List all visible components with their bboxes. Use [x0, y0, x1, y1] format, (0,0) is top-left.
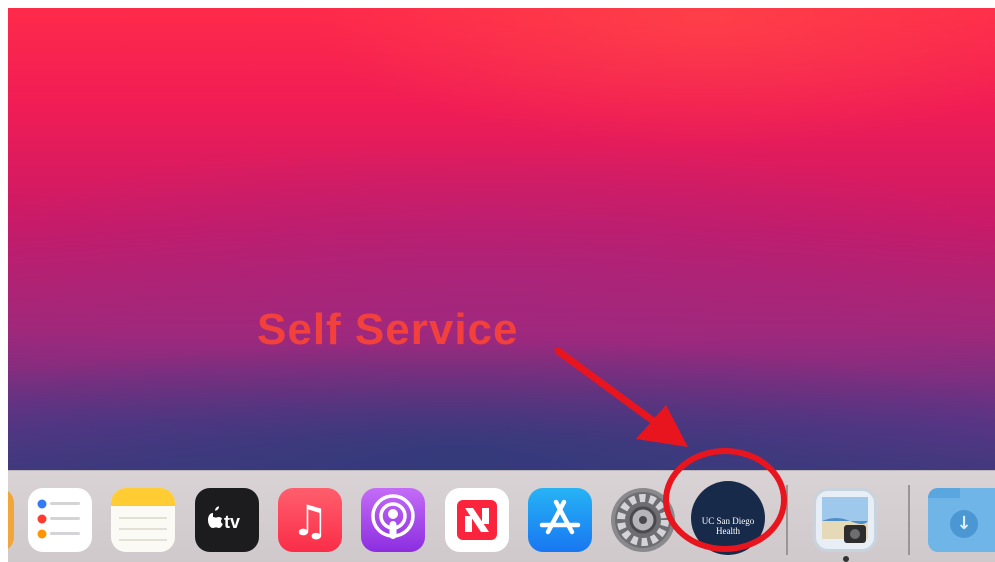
dock-item-music[interactable]: ♫: [278, 488, 342, 552]
annotation-highlight-circle: [663, 448, 787, 552]
preview-running-indicator: [843, 556, 849, 562]
annotation-arrow: [554, 347, 688, 447]
music-icon: ♫: [291, 496, 329, 545]
wallpaper-highlight: [308, 8, 995, 148]
dock-item-notes[interactable]: [111, 488, 175, 552]
folder-tab: [928, 488, 960, 498]
app-store-icon: [539, 499, 581, 535]
dock-item-news[interactable]: [445, 488, 509, 552]
apple-tv-label: tv: [224, 512, 240, 532]
podcasts-icon: [371, 494, 415, 539]
dock-item-reminders[interactable]: [28, 488, 92, 552]
preview-icon: [822, 497, 868, 543]
dock-item-preview[interactable]: [813, 488, 877, 552]
downloads-folder-icon: ↓: [950, 510, 978, 538]
dock-item-downloads[interactable]: ↓: [928, 488, 995, 552]
dock-item-podcasts[interactable]: [361, 488, 425, 552]
desktop: Self Service tv ♫ UC San Diego Health ↓: [8, 8, 995, 562]
annotation-label: Self Service: [257, 305, 519, 354]
reminders-icon: [37, 499, 80, 539]
dock-item-app-store[interactable]: [528, 488, 592, 552]
apple-tv-icon: tv: [208, 506, 240, 532]
dock-item-tv[interactable]: tv: [195, 488, 259, 552]
notes-icon: [111, 488, 175, 541]
dock-separator-2: [908, 485, 910, 555]
dock: tv ♫ UC San Diego Health ↓: [8, 470, 995, 562]
dock-item-partial[interactable]: [8, 488, 14, 552]
news-icon: [457, 500, 497, 540]
